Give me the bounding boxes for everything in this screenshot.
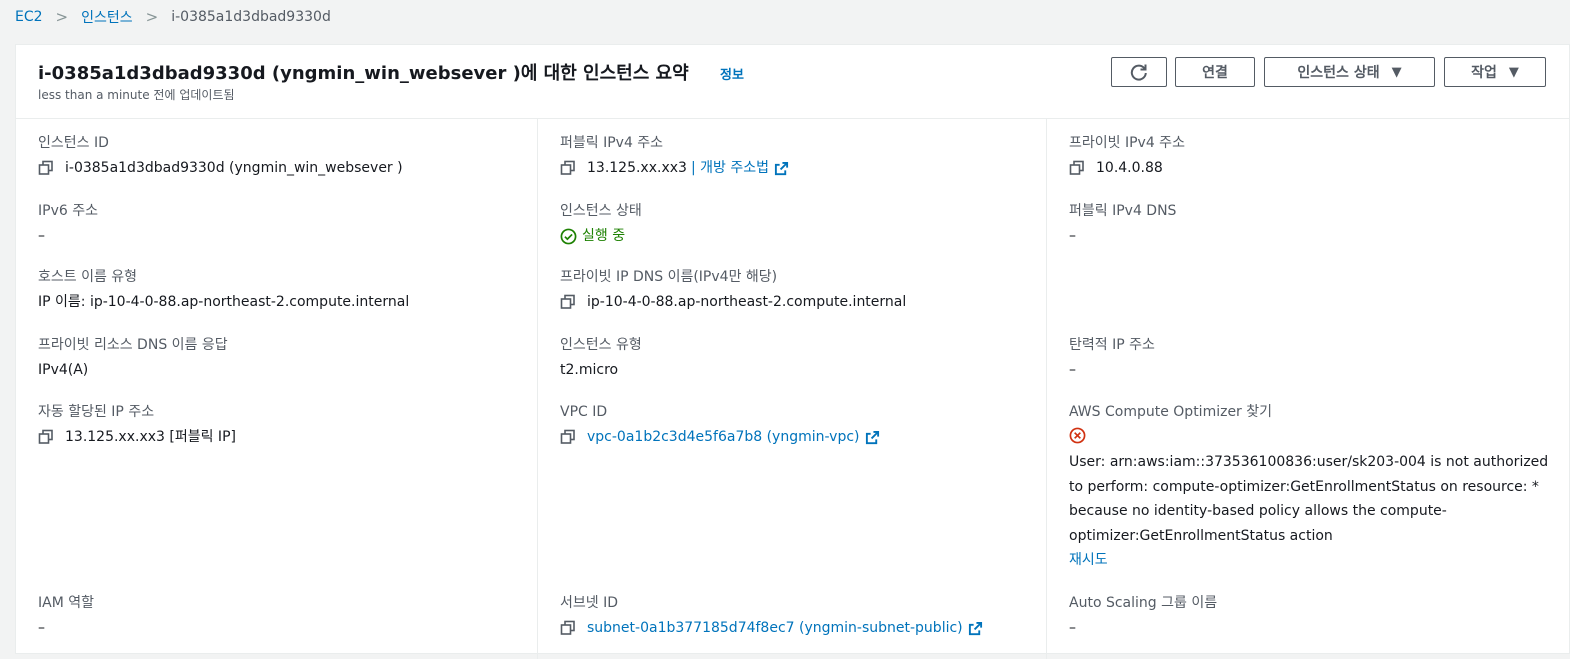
private-resource-dns-value: IPv4(A) <box>38 362 89 378</box>
private-ip-dns-value: ip-10-4-0-88.ap-northeast-2.compute.inte… <box>587 294 907 310</box>
retry-link[interactable]: 재시도 <box>1069 552 1108 568</box>
breadcrumb: EC2 > 인스턴스 > i-0385a1d3dbad9330d <box>15 7 331 27</box>
hostname-type-label: 호스트 이름 유형 <box>38 269 138 285</box>
instance-id-value: i-0385a1d3dbad9330d (yngmin_win_websever… <box>65 160 403 176</box>
last-updated-text: less than a minute 전에 업데이트됨 <box>38 88 235 102</box>
open-address-link[interactable]: | 개방 주소법 <box>691 158 769 178</box>
page-title: i-0385a1d3dbad9330d (yngmin_win_websever… <box>38 63 689 84</box>
copy-icon[interactable] <box>560 620 576 636</box>
hostname-type-value: IP 이름: ip-10-4-0-88.ap-northeast-2.compu… <box>38 294 410 310</box>
field-instance-id: 인스턴스 ID i-0385a1d3dbad9330d (yngmin_win_… <box>38 134 527 178</box>
external-link-icon[interactable] <box>968 621 983 636</box>
field-private-resource-dns: 프라이빗 리소스 DNS 이름 응답 IPv4(A) <box>38 336 527 380</box>
ipv6-value: – <box>38 228 45 244</box>
private-ipv4-value: 10.4.0.88 <box>1096 160 1163 176</box>
details-column-3: 프라이빗 IPv4 주소 10.4.0.88 퍼블릭 IPv4 DNS – 탄력… <box>1047 119 1570 659</box>
actions-dropdown[interactable]: 작업 ▼ <box>1444 57 1546 87</box>
external-link-icon[interactable] <box>865 430 880 445</box>
error-circle-icon <box>1069 427 1086 444</box>
compute-optimizer-label: AWS Compute Optimizer 찾기 <box>1069 404 1273 420</box>
breadcrumb-ec2[interactable]: EC2 <box>15 9 43 25</box>
asg-name-value: – <box>1069 620 1076 636</box>
asg-name-label: Auto Scaling 그룹 이름 <box>1069 595 1218 611</box>
public-dns-value: – <box>1069 228 1076 244</box>
instance-type-label: 인스턴스 유형 <box>560 337 642 353</box>
private-ipv4-label: 프라이빗 IPv4 주소 <box>1069 135 1185 151</box>
instance-state-button-label: 인스턴스 상태 <box>1297 65 1380 81</box>
caret-down-icon: ▼ <box>1508 64 1519 80</box>
field-subnet-id: 서브넷 ID subnet-0a1b377185d74f8ec7 (yngmin… <box>560 594 1036 638</box>
details-column-1: 인스턴스 ID i-0385a1d3dbad9330d (yngmin_win_… <box>16 119 538 659</box>
field-instance-state: 인스턴스 상태 실행 중 <box>560 202 1036 246</box>
copy-icon[interactable] <box>38 160 54 176</box>
external-link-icon[interactable] <box>774 161 789 176</box>
chevron-right-icon: > <box>145 8 159 26</box>
vpc-id-label: VPC ID <box>560 404 608 420</box>
field-elastic-ip: 탄력적 IP 주소 – <box>1069 336 1561 380</box>
field-auto-ip: 자동 할당된 IP 주소 13.125.xx.xx3 [퍼블릭 IP] <box>38 403 527 447</box>
breadcrumb-instances[interactable]: 인스턴스 <box>81 7 133 27</box>
field-private-ipv4: 프라이빗 IPv4 주소 10.4.0.88 <box>1069 134 1561 178</box>
info-link[interactable]: 정보 <box>720 64 744 83</box>
elastic-ip-value: – <box>1069 362 1076 378</box>
field-hostname-type: 호스트 이름 유형 IP 이름: ip-10-4-0-88.ap-northea… <box>38 268 527 312</box>
private-ip-dns-label: 프라이빗 IP DNS 이름(IPv4만 해당) <box>560 269 778 285</box>
caret-down-icon: ▼ <box>1391 64 1402 80</box>
field-public-ipv4: 퍼블릭 IPv4 주소 13.125.xx.xx3 | 개방 주소법 <box>560 134 1036 178</box>
iam-role-label: IAM 역할 <box>38 595 94 611</box>
field-private-ip-dns: 프라이빗 IP DNS 이름(IPv4만 해당) ip-10-4-0-88.ap… <box>560 268 1036 312</box>
field-public-dns: 퍼블릭 IPv4 DNS – <box>1069 202 1561 246</box>
iam-role-value: – <box>38 620 45 636</box>
public-dns-label: 퍼블릭 IPv4 DNS <box>1069 203 1177 219</box>
copy-icon[interactable] <box>560 160 576 176</box>
vpc-id-link[interactable]: vpc-0a1b2c3d4e5f6a7b8 (yngmin-vpc) <box>587 427 860 447</box>
field-ipv6: IPv6 주소 – <box>38 202 527 246</box>
check-circle-icon <box>560 228 577 244</box>
field-vpc-id: VPC ID vpc-0a1b2c3d4e5f6a7b8 (yngmin-vpc… <box>560 403 1036 447</box>
copy-icon[interactable] <box>38 429 54 445</box>
instance-summary-panel: i-0385a1d3dbad9330d (yngmin_win_websever… <box>15 44 1570 659</box>
auto-ip-value: 13.125.xx.xx3 [퍼블릭 IP] <box>65 429 236 445</box>
copy-icon[interactable] <box>1069 160 1085 176</box>
instance-state-label: 인스턴스 상태 <box>560 203 642 219</box>
field-instance-type: 인스턴스 유형 t2.micro <box>560 336 1036 380</box>
details-column-2: 퍼블릭 IPv4 주소 13.125.xx.xx3 | 개방 주소법 인스턴스 … <box>538 119 1047 659</box>
field-iam-role: IAM 역할 – <box>38 594 527 638</box>
chevron-right-icon: > <box>55 8 69 26</box>
elastic-ip-label: 탄력적 IP 주소 <box>1069 337 1155 353</box>
copy-icon[interactable] <box>560 429 576 445</box>
breadcrumb-current: i-0385a1d3dbad9330d <box>171 9 331 25</box>
instance-state-value: 실행 중 <box>582 228 626 244</box>
connect-button-label: 연결 <box>1202 65 1228 81</box>
subnet-id-link[interactable]: subnet-0a1b377185d74f8ec7 (yngmin-subnet… <box>587 618 963 638</box>
instance-type-value: t2.micro <box>560 362 619 378</box>
compute-optimizer-error: User: arn:aws:iam::373536100836:user/sk2… <box>1069 454 1549 544</box>
public-ipv4-label: 퍼블릭 IPv4 주소 <box>560 135 664 151</box>
actions-button-label: 작업 <box>1471 65 1497 81</box>
ipv6-label: IPv6 주소 <box>38 203 98 219</box>
subnet-id-label: 서브넷 ID <box>560 595 618 611</box>
auto-ip-label: 자동 할당된 IP 주소 <box>38 404 155 420</box>
panel-header: i-0385a1d3dbad9330d (yngmin_win_websever… <box>16 45 1569 119</box>
connect-button[interactable]: 연결 <box>1175 57 1255 87</box>
refresh-button[interactable] <box>1111 57 1167 87</box>
field-compute-optimizer: AWS Compute Optimizer 찾기 User: arn:aws:i… <box>1069 403 1561 572</box>
instance-state-dropdown[interactable]: 인스턴스 상태 ▼ <box>1264 57 1435 87</box>
instance-id-label: 인스턴스 ID <box>38 135 109 151</box>
field-asg-name: Auto Scaling 그룹 이름 – <box>1069 594 1561 638</box>
refresh-icon <box>1130 64 1147 81</box>
private-resource-dns-label: 프라이빗 리소스 DNS 이름 응답 <box>38 337 228 353</box>
public-ipv4-value: 13.125.xx.xx3 <box>587 160 687 176</box>
copy-icon[interactable] <box>560 294 576 310</box>
